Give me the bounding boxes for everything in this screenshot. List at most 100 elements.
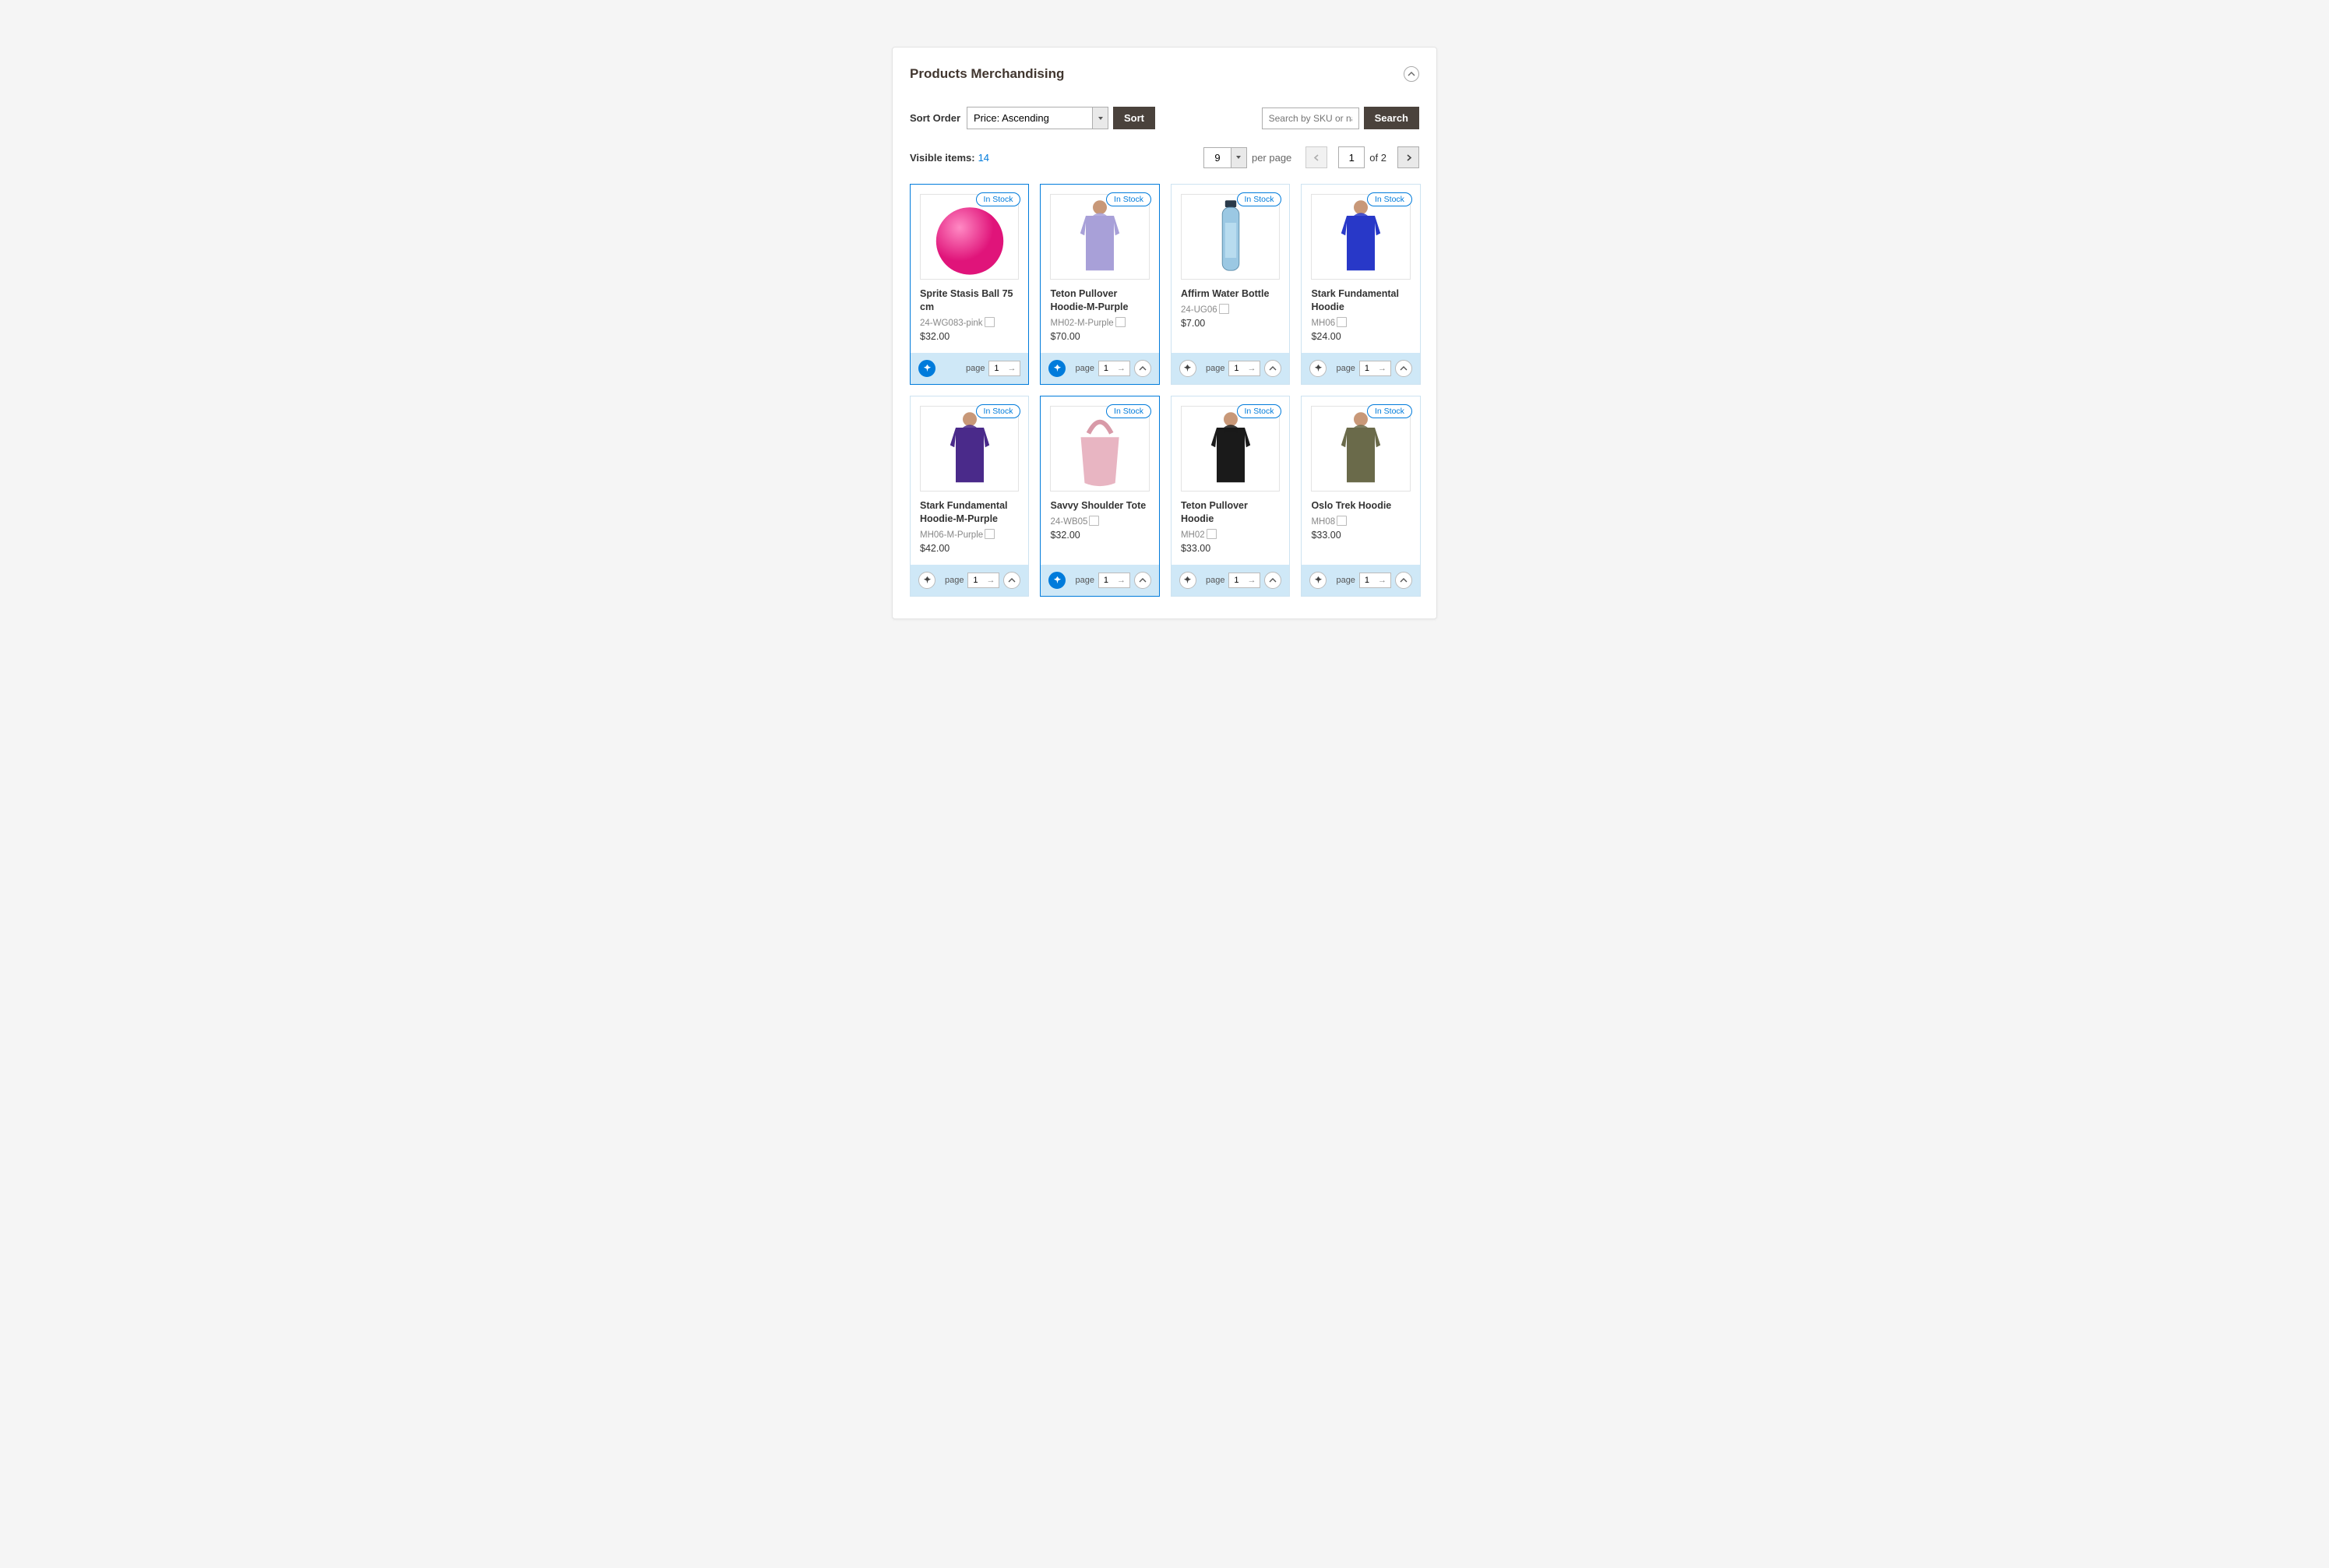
card-page-label: page xyxy=(966,364,985,373)
product-card[interactable]: In StockAffirm Water Bottle24-UG06$7.00p… xyxy=(1171,184,1290,385)
copy-icon[interactable] xyxy=(986,530,995,539)
pin-button[interactable] xyxy=(1048,360,1066,377)
arrow-right-icon[interactable]: → xyxy=(982,576,999,585)
card-page-input[interactable] xyxy=(989,361,1003,375)
product-card[interactable]: In StockTeton Pullover Hoodie-M-PurpleMH… xyxy=(1040,184,1159,385)
move-up-button[interactable] xyxy=(1264,572,1281,589)
product-thumbnail xyxy=(1181,194,1280,280)
prev-page-button[interactable] xyxy=(1305,146,1327,168)
visible-items-label: Visible items: xyxy=(910,152,975,164)
card-body: In StockSavvy Shoulder Tote24-WB05$32.00 xyxy=(1041,396,1158,565)
per-page-select[interactable] xyxy=(1203,147,1247,168)
per-page-input[interactable] xyxy=(1204,148,1231,167)
arrow-right-icon[interactable]: → xyxy=(1374,364,1390,373)
card-footer: page → xyxy=(1302,565,1419,596)
chevron-up-icon xyxy=(1400,576,1408,584)
move-up-button[interactable] xyxy=(1264,360,1281,377)
panel-title: Products Merchandising xyxy=(910,66,1064,82)
product-card[interactable]: In StockSavvy Shoulder Tote24-WB05$32.00… xyxy=(1040,396,1159,597)
card-page-input[interactable] xyxy=(1099,573,1113,587)
arrow-right-icon[interactable]: → xyxy=(1243,364,1260,373)
pin-icon xyxy=(1053,576,1062,584)
move-up-button[interactable] xyxy=(1395,572,1412,589)
product-sku: 24-WB05 xyxy=(1050,517,1149,527)
copy-icon[interactable] xyxy=(1208,530,1217,539)
card-page-input[interactable] xyxy=(1360,573,1374,587)
product-price: $70.00 xyxy=(1050,331,1149,342)
sort-select-input[interactable]: Price: Ascending xyxy=(967,107,1092,129)
stock-badge: In Stock xyxy=(1237,404,1282,418)
product-thumbnail xyxy=(1050,406,1149,492)
sort-select[interactable]: Price: Ascending xyxy=(967,107,1108,129)
move-up-button[interactable] xyxy=(1003,572,1020,589)
product-price: $32.00 xyxy=(1050,530,1149,541)
card-page-input[interactable] xyxy=(968,573,982,587)
move-up-button[interactable] xyxy=(1395,360,1412,377)
arrow-right-icon[interactable]: → xyxy=(1374,576,1390,585)
copy-icon[interactable] xyxy=(986,319,995,327)
card-page-label: page xyxy=(1206,576,1224,585)
product-card[interactable]: In StockStark Fundamental HoodieMH06$24.… xyxy=(1301,184,1420,385)
arrow-right-icon[interactable]: → xyxy=(1113,364,1129,373)
product-name: Teton Pullover Hoodie xyxy=(1181,499,1280,526)
product-thumbnail xyxy=(1050,194,1149,280)
collapse-button[interactable] xyxy=(1404,66,1419,82)
move-up-button[interactable] xyxy=(1134,572,1151,589)
pin-button[interactable] xyxy=(1179,572,1196,589)
toolbar: Sort Order Price: Ascending Sort Search xyxy=(910,107,1419,129)
sort-button[interactable]: Sort xyxy=(1113,107,1155,129)
product-card[interactable]: In StockStark Fundamental Hoodie-M-Purpl… xyxy=(910,396,1029,597)
product-name: Stark Fundamental Hoodie-M-Purple xyxy=(920,499,1019,526)
chevron-up-icon xyxy=(1269,365,1277,372)
pin-button[interactable] xyxy=(1179,360,1196,377)
chevron-up-icon xyxy=(1139,365,1147,372)
card-page-label: page xyxy=(1336,364,1355,373)
card-page-box: → xyxy=(1228,361,1260,376)
arrow-right-icon[interactable]: → xyxy=(1243,576,1260,585)
copy-icon[interactable] xyxy=(1221,305,1229,314)
product-card[interactable]: In StockOslo Trek HoodieMH08$33.00page→ xyxy=(1301,396,1420,597)
stock-badge: In Stock xyxy=(1237,192,1282,206)
per-page-label: per page xyxy=(1252,152,1291,164)
stock-badge: In Stock xyxy=(1106,192,1151,206)
card-page-input[interactable] xyxy=(1229,361,1243,375)
card-page-input[interactable] xyxy=(1099,361,1113,375)
arrow-right-icon[interactable]: → xyxy=(1113,576,1129,585)
pin-button[interactable] xyxy=(918,360,935,377)
of-pages-label: of 2 xyxy=(1369,152,1386,164)
copy-icon[interactable] xyxy=(1338,319,1347,327)
product-price: $7.00 xyxy=(1181,318,1280,329)
copy-icon[interactable] xyxy=(1091,517,1099,526)
product-card[interactable]: In StockSprite Stasis Ball 75 cm24-WG083… xyxy=(910,184,1029,385)
card-page-label: page xyxy=(1336,576,1355,585)
copy-icon[interactable] xyxy=(1117,319,1126,327)
product-sku: 24-WG083-pink xyxy=(920,319,1019,328)
next-page-button[interactable] xyxy=(1397,146,1419,168)
product-thumbnail xyxy=(1311,194,1410,280)
search-button[interactable]: Search xyxy=(1364,107,1419,129)
chevron-up-icon xyxy=(1269,576,1277,584)
card-page-box: → xyxy=(1359,361,1391,376)
product-card[interactable]: In StockTeton Pullover HoodieMH02$33.00p… xyxy=(1171,396,1290,597)
product-grid: In Stock Sprite Stasis Ball 75 cm 24-WG083… xyxy=(910,184,1419,597)
product-thumbnail xyxy=(1181,406,1280,492)
pin-button[interactable] xyxy=(1048,572,1066,589)
chevron-up-icon xyxy=(1139,576,1147,584)
page-input[interactable] xyxy=(1338,146,1365,168)
caret-down-icon xyxy=(1231,148,1246,167)
pin-button[interactable] xyxy=(1309,360,1327,377)
copy-icon[interactable] xyxy=(1338,517,1347,526)
meta-row: Visible items: 14 per page of 2 xyxy=(910,146,1419,168)
card-footer: page → xyxy=(1302,353,1419,384)
card-page-input[interactable] xyxy=(1229,573,1243,587)
search-input[interactable] xyxy=(1262,107,1359,129)
card-page-input[interactable] xyxy=(1360,361,1374,375)
arrow-right-icon[interactable]: → xyxy=(1003,364,1020,373)
product-name: Sprite Stasis Ball 75 cm xyxy=(920,287,1019,314)
pin-button[interactable] xyxy=(1309,572,1327,589)
sort-label: Sort Order xyxy=(910,112,960,124)
move-up-button[interactable] xyxy=(1134,360,1151,377)
product-sku: MH06-M-Purple xyxy=(920,530,1019,540)
product-sku: MH02 xyxy=(1181,530,1280,540)
pin-button[interactable] xyxy=(918,572,935,589)
